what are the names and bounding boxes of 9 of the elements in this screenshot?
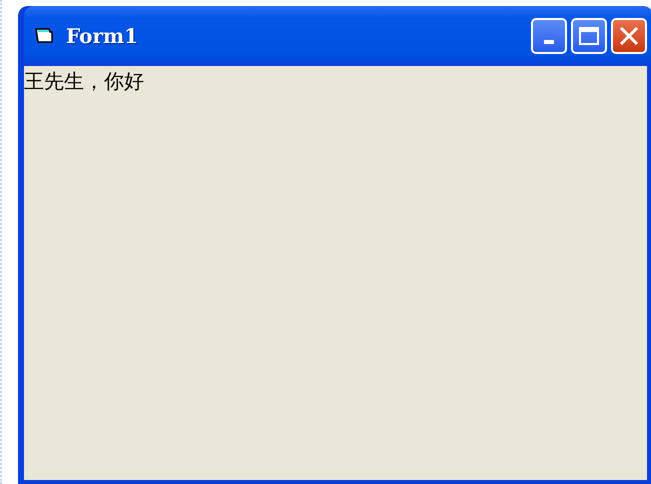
window-title: Form1 [66, 24, 140, 48]
minimize-icon [544, 40, 554, 44]
form-icon [34, 26, 56, 46]
maximize-button[interactable] [571, 18, 607, 54]
greeting-label: 王先生，你好 [24, 68, 144, 95]
close-button[interactable] [611, 18, 647, 54]
minimize-button[interactable] [531, 18, 567, 54]
maximize-icon [578, 26, 600, 46]
close-icon [618, 25, 640, 47]
